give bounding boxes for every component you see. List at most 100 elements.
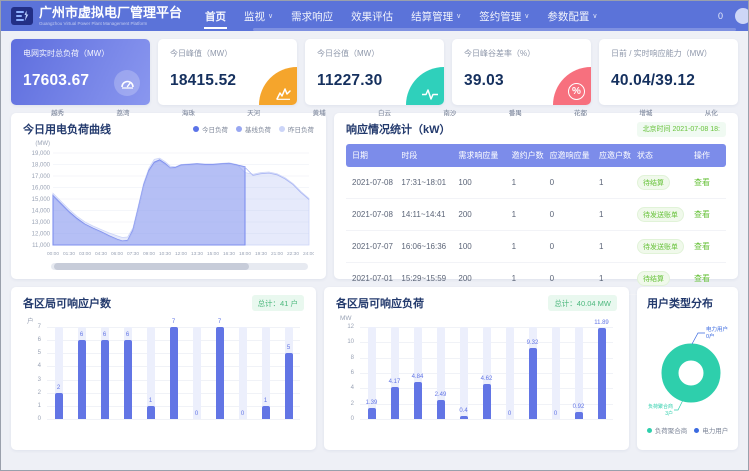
view-link[interactable]: 查看: [694, 178, 710, 187]
bar-value-label: 6: [70, 332, 93, 338]
nav-item-2[interactable]: 需求响应: [282, 1, 342, 31]
svg-text:13:30: 13:30: [191, 251, 203, 257]
table-cell: 16:06~16:36: [395, 231, 452, 263]
table-cell: 17:31~18:01: [395, 167, 452, 199]
kpi-label: 今日谷值（MW）: [317, 48, 432, 59]
legend-item-2[interactable]: 昨日负荷: [279, 124, 314, 134]
data-zoom-window[interactable]: [54, 263, 249, 270]
bar: [78, 340, 86, 419]
user-type-title: 用户类型分布: [647, 295, 728, 311]
view-link[interactable]: 查看: [694, 274, 710, 283]
bar-cell: 5: [277, 327, 300, 419]
svg-text:3户: 3户: [665, 410, 673, 417]
table-header-row: 日期时段需求响应量邀约户数应邀响应量应邀户数状态操作: [346, 144, 726, 167]
svg-text:22:30: 22:30: [287, 251, 299, 257]
nav-item-5[interactable]: 签约管理∨: [470, 1, 538, 31]
status-badge: 待结算: [637, 271, 670, 286]
bar-value-label: 11.89: [590, 320, 613, 326]
bar-cell: 4.62: [475, 327, 498, 419]
nav-item-0[interactable]: 首页: [196, 1, 235, 31]
table-header-cell: 邀约户数: [506, 144, 544, 167]
svg-text:07:30: 07:30: [127, 251, 139, 257]
nav-right: 0: [718, 8, 738, 24]
donut-legend-item-0[interactable]: 负荷聚合商: [647, 425, 688, 435]
svg-text:24:00: 24:00: [303, 251, 314, 257]
bar-track: [460, 327, 468, 419]
svg-text:19:30: 19:30: [255, 251, 267, 257]
bar-value-label: 7: [162, 319, 185, 325]
table-cell: 2021-07-08: [346, 199, 395, 231]
bar-cell: 11.89: [590, 327, 613, 419]
beijing-time-badge: 北京时间 2021-07-08 18:: [637, 122, 726, 137]
user-avatar[interactable]: [735, 8, 749, 24]
legend-dot: [236, 126, 242, 132]
nav-item-6[interactable]: 参数配置∨: [538, 1, 606, 31]
load-curve-legend: 今日负荷 基线负荷昨日负荷: [193, 124, 314, 134]
svg-text:18:00: 18:00: [239, 251, 251, 257]
bar: [437, 400, 445, 419]
bar: [55, 393, 63, 419]
view-link[interactable]: 查看: [694, 242, 710, 251]
bar-cell: 4.84: [406, 327, 429, 419]
table-cell: 查看: [688, 167, 726, 199]
user-type-donut-chart: 电力用户0户负荷聚合商3户: [647, 311, 728, 423]
kpi-value: 40.04/39.12: [611, 72, 726, 90]
table-header-cell: 应邀户数: [593, 144, 631, 167]
bar-track: [552, 327, 560, 419]
legend-label: 负荷聚合商: [655, 425, 688, 435]
status-badge: 待结算: [637, 175, 670, 190]
status-badge: 待发送账单: [637, 207, 684, 222]
response-stats-panel: 响应情况统计（kW） 北京时间 2021-07-08 18: 日期时段需求响应量…: [334, 113, 738, 279]
bar-cell: 9.32: [521, 327, 544, 419]
view-link[interactable]: 查看: [694, 210, 710, 219]
y-axis-tick: 4: [336, 385, 354, 391]
y-axis-tick: 1: [23, 403, 41, 409]
bar-plot-area: 26661707015: [47, 327, 300, 419]
bar-value-label: 4.62: [475, 376, 498, 382]
table-header-cell: 应邀响应量: [544, 144, 593, 167]
table-cell: 100: [452, 231, 505, 263]
data-zoom-slider[interactable]: [51, 263, 308, 270]
svg-text:00:00: 00:00: [47, 251, 59, 257]
district-households-title: 各区局可响应户数: [23, 295, 111, 311]
table-header-cell: 时段: [395, 144, 452, 167]
bar-value-label: 6: [93, 332, 116, 338]
bar: [529, 348, 537, 419]
bar-track: [193, 327, 201, 419]
response-stats-header: 响应情况统计（kW） 北京时间 2021-07-08 18:: [346, 121, 726, 137]
bar: [262, 406, 270, 419]
legend-label: 今日负荷: [202, 124, 228, 134]
power-logo-icon: [15, 10, 29, 22]
bar-track: [239, 327, 247, 419]
svg-text:13,000: 13,000: [32, 220, 51, 226]
svg-text:04:30: 04:30: [95, 251, 107, 257]
kpi-card-0: 电网实时总负荷（MW）17603.67: [11, 39, 150, 105]
nav-item-3[interactable]: 效果评估: [342, 1, 402, 31]
table-row: 2021-07-0716:06~16:36100101待发送账单查看: [346, 231, 726, 263]
district-households-panel: 各区局可响应户数 总计：41 户 户7654321026661707015越秀荔…: [11, 287, 316, 450]
bar-value-label: 0: [185, 411, 208, 417]
nav-item-4[interactable]: 结算管理∨: [402, 1, 470, 31]
legend-item-0[interactable]: 今日负荷: [193, 124, 228, 134]
svg-text:0户: 0户: [706, 332, 715, 340]
category-label: 白云: [352, 107, 417, 117]
y-axis-tick: 0: [336, 416, 354, 422]
chevron-down-icon: ∨: [524, 12, 529, 20]
bar-cell: 7: [208, 327, 231, 419]
y-axis-tick: 2: [336, 401, 354, 407]
app-logo[interactable]: [11, 7, 33, 25]
svg-text:10:30: 10:30: [159, 251, 171, 257]
district-load-title: 各区局可响应负荷: [336, 295, 424, 311]
notification-count[interactable]: 0: [718, 11, 723, 21]
legend-item-1[interactable]: 基线负荷: [236, 124, 271, 134]
bar-value-label: 0: [231, 411, 254, 417]
category-label: 天河: [221, 107, 286, 117]
legend-dot: [193, 126, 199, 132]
bar-value-label: 0: [498, 411, 521, 417]
legend-label: 基线负荷: [245, 124, 271, 134]
middle-row: 今日用电负荷曲线 今日负荷基线负荷昨日负荷 19,00018,00017,000…: [11, 113, 738, 279]
donut-legend-item-1[interactable]: 电力用户: [694, 425, 728, 435]
bar-cell: 6: [93, 327, 116, 419]
kpi-card-2: 今日谷值（MW）11227.30: [305, 39, 444, 105]
nav-item-1[interactable]: 监视∨: [235, 1, 282, 31]
